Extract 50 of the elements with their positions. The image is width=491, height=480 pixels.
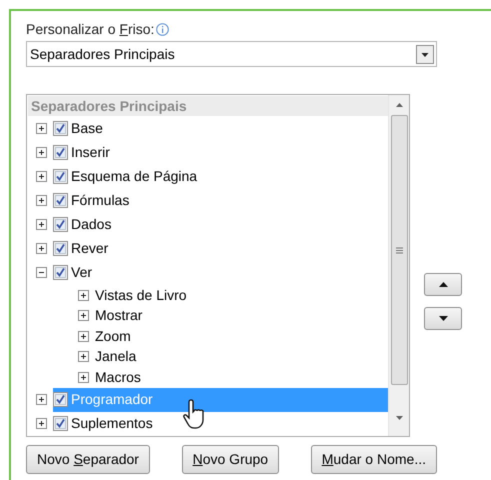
checkbox[interactable] <box>53 392 68 408</box>
collapse-icon[interactable] <box>36 267 47 278</box>
expand-icon[interactable] <box>36 394 47 406</box>
move-up-button[interactable] <box>424 273 462 296</box>
tree-item[interactable]: Rever <box>53 236 388 261</box>
grip-icon <box>396 246 402 254</box>
tree-item[interactable]: Fórmulas <box>53 188 388 212</box>
expand-icon[interactable] <box>36 194 47 206</box>
down-arrow-icon <box>438 316 448 321</box>
checkbox[interactable] <box>53 192 68 208</box>
tree-item[interactable]: Mostrar <box>95 305 388 326</box>
dialog-button[interactable]: Novo Grupo <box>182 445 280 474</box>
checkbox[interactable] <box>53 241 68 256</box>
checkbox[interactable] <box>53 144 68 160</box>
tree-item[interactable]: Macros <box>95 367 388 388</box>
tree-item[interactable]: Dados <box>53 212 388 237</box>
info-icon <box>156 22 170 36</box>
ribbon-dropdown[interactable]: Separadores Principais <box>26 41 437 67</box>
scrollbar[interactable] <box>388 95 409 436</box>
dialog-button[interactable]: Novo Separador <box>26 445 150 474</box>
expand-icon[interactable] <box>36 122 47 134</box>
expand-icon[interactable] <box>36 170 47 182</box>
expand-icon[interactable] <box>36 218 47 230</box>
checkbox[interactable] <box>53 120 68 136</box>
expand-icon[interactable] <box>78 290 89 301</box>
expand-icon[interactable] <box>78 310 89 322</box>
expand-icon[interactable] <box>36 243 47 254</box>
tree-item[interactable]: Esquema de Página <box>53 164 388 188</box>
tree-item[interactable]: Zoom <box>95 326 388 347</box>
checkbox[interactable] <box>53 168 68 184</box>
up-arrow-icon <box>438 282 448 287</box>
expand-icon[interactable] <box>36 146 47 158</box>
expand-icon[interactable] <box>78 330 89 342</box>
tree-item[interactable]: Janela <box>95 346 388 368</box>
tree-item[interactable]: Inserir <box>53 140 388 164</box>
checkbox[interactable] <box>53 416 68 432</box>
dialog-button[interactable]: Mudar o Nome... <box>310 445 437 474</box>
tree-header: Separadores Principais <box>28 96 388 116</box>
checkbox[interactable] <box>53 216 68 232</box>
tree-item[interactable]: Vistas de Livro <box>95 284 388 306</box>
tree-item[interactable]: Suplementos <box>53 412 388 436</box>
expand-icon[interactable] <box>78 372 89 383</box>
tree-item[interactable]: Ver <box>53 260 388 285</box>
scroll-thumb[interactable] <box>390 115 408 385</box>
customize-label: Personalizar o Friso: <box>26 20 154 38</box>
tree-item[interactable]: Base <box>53 116 388 140</box>
expand-icon[interactable] <box>36 418 47 430</box>
move-down-button[interactable] <box>424 307 462 330</box>
expand-icon[interactable] <box>78 351 89 362</box>
checkbox[interactable] <box>53 265 68 280</box>
